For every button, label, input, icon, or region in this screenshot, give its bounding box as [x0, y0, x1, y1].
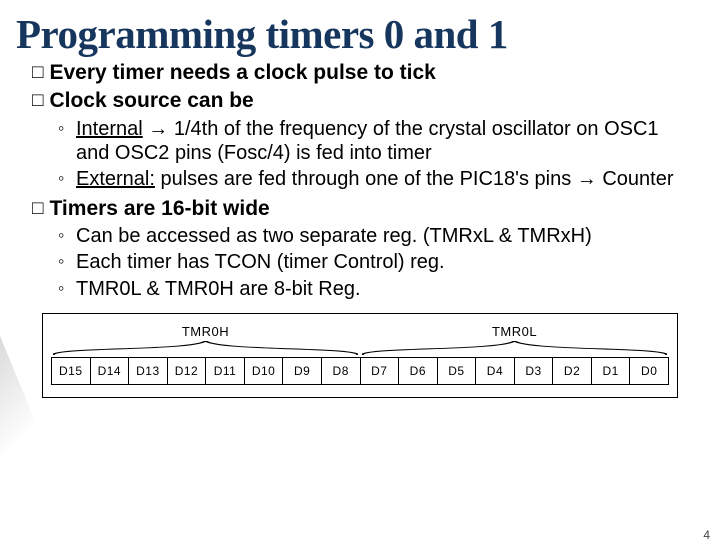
bit-cell: D12 — [168, 358, 207, 384]
sub-8bit: ◦ TMR0L & TMR0H are 8-bit Reg. — [58, 277, 692, 301]
sub-text: Can be accessed as two separate reg. (TM… — [76, 224, 692, 248]
bits-row: D15D14D13D12D11D10D9D8D7D6D5D4D3D2D1D0 — [51, 357, 669, 385]
page-title: Programming timers 0 and 1 — [16, 10, 720, 58]
bit-cell: D9 — [283, 358, 322, 384]
sub-keyword: Internal — [76, 118, 143, 140]
bit-cell: D8 — [322, 358, 361, 384]
bit-cell: D0 — [630, 358, 668, 384]
bit-cell: D1 — [592, 358, 631, 384]
bit-cell: D6 — [399, 358, 438, 384]
bit-cell: D10 — [245, 358, 284, 384]
bullet-rest: timer needs a clock pulse to tick — [107, 61, 436, 84]
sub-text: TMR0L & TMR0H are 8-bit Reg. — [76, 277, 692, 301]
box-icon: □ — [32, 197, 43, 221]
bullet-timers: □ Timers are 16-bit wide — [32, 196, 692, 222]
ring-icon: ◦ — [58, 117, 76, 166]
ring-icon: ◦ — [58, 224, 76, 248]
bullet-rest: source can be — [107, 89, 254, 112]
bit-cell: D4 — [476, 358, 515, 384]
ring-icon: ◦ — [58, 277, 76, 301]
bit-cell: D13 — [129, 358, 168, 384]
sub-tcon: ◦ Each timer has TCON (timer Control) re… — [58, 250, 692, 274]
bit-cell: D14 — [91, 358, 130, 384]
sub-list-clock: ◦ Internal → 1/4th of the frequency of t… — [58, 117, 692, 192]
bullet-prefix: Timers — [49, 197, 118, 220]
bit-cell: D15 — [52, 358, 91, 384]
ring-icon: ◦ — [58, 250, 76, 274]
diagram-labels: TMR0H TMR0L — [51, 324, 669, 339]
label-tmr0l: TMR0L — [360, 324, 669, 339]
diagram-braces — [51, 341, 669, 355]
sub-access: ◦ Can be accessed as two separate reg. (… — [58, 224, 692, 248]
content-area: □ Every timer needs a clock pulse to tick… — [28, 60, 692, 398]
label-tmr0h: TMR0H — [51, 324, 360, 339]
sub-text: pulses are fed through one of the PIC18'… — [155, 168, 674, 190]
sub-text: → 1/4th of the frequency of the crystal … — [76, 118, 659, 164]
box-icon: □ — [32, 89, 43, 113]
sub-text: Each timer has TCON (timer Control) reg. — [76, 250, 692, 274]
ring-icon: ◦ — [58, 167, 76, 191]
sub-list-timers: ◦ Can be accessed as two separate reg. (… — [58, 224, 692, 301]
bullet-clock: □ Clock source can be — [32, 88, 692, 114]
bit-cell: D11 — [206, 358, 245, 384]
sub-internal: ◦ Internal → 1/4th of the frequency of t… — [58, 117, 692, 166]
bit-cell: D2 — [553, 358, 592, 384]
sub-external: ◦ External: pulses are fed through one o… — [58, 167, 692, 191]
register-diagram: TMR0H TMR0L D15D14D13D12D11D10D9D8D7D6D5… — [42, 313, 678, 398]
bit-cell: D7 — [361, 358, 400, 384]
bullet-rest: are 16-bit wide — [118, 197, 270, 220]
sub-keyword: External: — [76, 168, 155, 190]
bit-cell: D5 — [438, 358, 477, 384]
bullet-prefix: Every — [49, 61, 106, 84]
brace-right-icon — [362, 341, 667, 355]
box-icon: □ — [32, 61, 43, 85]
brace-left-icon — [53, 341, 358, 355]
bullet-prefix: Clock — [49, 89, 106, 112]
bullet-every: □ Every timer needs a clock pulse to tick — [32, 60, 692, 86]
bit-cell: D3 — [515, 358, 554, 384]
